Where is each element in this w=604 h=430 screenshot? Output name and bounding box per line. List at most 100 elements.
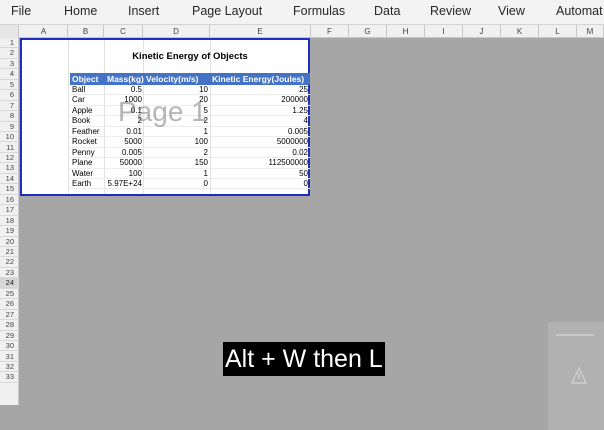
cell-object[interactable]: Book <box>70 116 105 127</box>
row-header-7[interactable]: 7 <box>0 101 19 112</box>
column-header-i[interactable]: I <box>425 25 463 38</box>
cell-object[interactable]: Plane <box>70 158 105 169</box>
cell-kinetic-energy[interactable]: 25 <box>210 85 310 96</box>
cell-kinetic-energy[interactable]: 0 <box>210 179 310 190</box>
column-header-d[interactable]: D <box>143 25 210 38</box>
column-header-g[interactable]: G <box>349 25 387 38</box>
row-header-21[interactable]: 21 <box>0 247 19 258</box>
select-all-corner[interactable] <box>0 25 19 38</box>
header-object[interactable]: Object <box>70 73 105 85</box>
row-header-15[interactable]: 15 <box>0 184 19 195</box>
column-header-m[interactable]: M <box>577 25 604 38</box>
row-header-6[interactable]: 6 <box>0 90 19 101</box>
cell-mass[interactable]: 0.5 <box>105 85 144 96</box>
row-header-31[interactable]: 31 <box>0 352 19 362</box>
cell-kinetic-energy[interactable]: 0.02 <box>210 148 310 159</box>
row-header-13[interactable]: 13 <box>0 163 19 174</box>
cell-object[interactable]: Feather <box>70 127 105 138</box>
cell-mass[interactable]: 0.005 <box>105 148 144 159</box>
header-mass[interactable]: Mass(kg) <box>105 73 144 85</box>
column-header-k[interactable]: K <box>501 25 539 38</box>
row-header-10[interactable]: 10 <box>0 132 19 143</box>
row-header-29[interactable]: 29 <box>0 331 19 342</box>
cell-velocity[interactable]: 0 <box>144 179 210 190</box>
cell-velocity[interactable]: 10 <box>144 85 210 96</box>
cell-kinetic-energy[interactable]: 0.005 <box>210 127 310 138</box>
print-page-area[interactable]: Kinetic Energy of Objects Object Mass(kg… <box>20 38 310 196</box>
table-title[interactable]: Kinetic Energy of Objects <box>70 51 310 62</box>
column-header-f[interactable]: F <box>311 25 349 38</box>
column-header-c[interactable]: C <box>104 25 143 38</box>
cell-object[interactable]: Car <box>70 95 105 106</box>
tab-automate[interactable]: Automat <box>556 4 603 18</box>
tab-file[interactable]: File <box>11 4 31 18</box>
cell-object[interactable]: Penny <box>70 148 105 159</box>
cell-velocity[interactable]: 1 <box>144 169 210 180</box>
tab-page-layout[interactable]: Page Layout <box>192 4 262 18</box>
row-header-11[interactable]: 11 <box>0 143 19 153</box>
table-row: Plane 50000 150 112500000 <box>70 158 310 169</box>
table-row: Rocket 5000 100 5000000 <box>70 137 310 148</box>
column-header-b[interactable]: B <box>68 25 104 38</box>
cell-kinetic-energy[interactable]: 112500000 <box>210 158 310 169</box>
tab-formulas[interactable]: Formulas <box>293 4 345 18</box>
cell-object[interactable]: Ball <box>70 85 105 96</box>
cell-mass[interactable]: 50000 <box>105 158 144 169</box>
column-header-a[interactable]: A <box>20 25 68 38</box>
table-row: Penny 0.005 2 0.02 <box>70 148 310 159</box>
cell-velocity[interactable]: 100 <box>144 137 210 148</box>
row-header-24[interactable]: 24 <box>0 278 19 289</box>
row-header-26[interactable]: 26 <box>0 299 19 310</box>
row-header-19[interactable]: 19 <box>0 226 19 237</box>
row-header-2[interactable]: 2 <box>0 48 19 59</box>
cell-velocity[interactable]: 2 <box>144 148 210 159</box>
row-header-27[interactable]: 27 <box>0 310 19 321</box>
row-header-17[interactable]: 17 <box>0 205 19 216</box>
cell-mass[interactable]: 5000 <box>105 137 144 148</box>
cell-object[interactable]: Water <box>70 169 105 180</box>
row-header-5[interactable]: 5 <box>0 80 19 91</box>
cell-velocity[interactable]: 150 <box>144 158 210 169</box>
tab-view[interactable]: View <box>498 4 525 18</box>
row-header-9[interactable]: 9 <box>0 122 19 133</box>
row-header-33[interactable]: 33 <box>0 372 19 383</box>
column-header-h[interactable]: H <box>387 25 425 38</box>
row-header-23[interactable]: 23 <box>0 268 19 279</box>
row-header-4[interactable]: 4 <box>0 69 19 80</box>
row-header-20[interactable]: 20 <box>0 237 19 247</box>
row-header-22[interactable]: 22 <box>0 257 19 268</box>
cell-object[interactable]: Earth <box>70 179 105 190</box>
cell-mass[interactable]: 100 <box>105 169 144 180</box>
column-header-e[interactable]: E <box>210 25 311 38</box>
row-header-14[interactable]: 14 <box>0 174 19 185</box>
cell-velocity[interactable]: 1 <box>144 127 210 138</box>
tab-review[interactable]: Review <box>430 4 471 18</box>
cell-kinetic-energy[interactable]: 5000000 <box>210 137 310 148</box>
cell-mass[interactable]: 0.01 <box>105 127 144 138</box>
cell-object[interactable]: Apple <box>70 106 105 117</box>
column-header-l[interactable]: L <box>539 25 577 38</box>
table-row: Feather 0.01 1 0.005 <box>70 127 310 138</box>
row-header-32[interactable]: 32 <box>0 362 19 373</box>
row-header-30[interactable]: 30 <box>0 341 19 352</box>
tab-home[interactable]: Home <box>64 4 97 18</box>
row-header-12[interactable]: 12 <box>0 153 19 164</box>
cell-mass[interactable]: 5.97E+24 <box>105 179 144 190</box>
row-header-1[interactable]: 1 <box>0 38 19 49</box>
cell-kinetic-energy[interactable]: 4 <box>210 116 310 127</box>
header-kinetic-energy[interactable]: Kinetic Energy(Joules) <box>210 73 350 85</box>
tab-insert[interactable]: Insert <box>128 4 159 18</box>
cell-kinetic-energy[interactable]: 200000 <box>210 95 310 106</box>
row-header-28[interactable]: 28 <box>0 320 19 331</box>
header-velocity[interactable]: Velocity(m/s) <box>144 73 210 85</box>
row-header-25[interactable]: 25 <box>0 289 19 300</box>
row-header-8[interactable]: 8 <box>0 111 19 122</box>
row-header-18[interactable]: 18 <box>0 216 19 227</box>
column-header-j[interactable]: J <box>463 25 501 38</box>
cell-kinetic-energy[interactable]: 1.25 <box>210 106 310 117</box>
cell-kinetic-energy[interactable]: 50 <box>210 169 310 180</box>
tab-data[interactable]: Data <box>374 4 400 18</box>
row-header-16[interactable]: 16 <box>0 195 19 206</box>
cell-object[interactable]: Rocket <box>70 137 105 148</box>
row-header-3[interactable]: 3 <box>0 59 19 70</box>
